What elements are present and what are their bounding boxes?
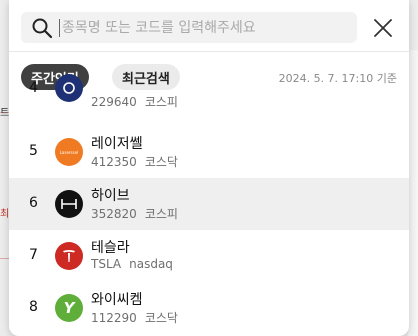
laserssel-logo-icon: Laserssel xyxy=(55,138,83,166)
stock-name: 레이저쎌 xyxy=(91,136,143,152)
stock-market: nasdaq xyxy=(129,257,173,271)
stock-search-panel: 주간인기 최근검색 2024. 5. 7. 17:10 기준 4 229640코… xyxy=(9,0,409,336)
rank-number: 5 xyxy=(29,143,38,159)
stock-meta: TSLA nasdaq xyxy=(91,257,173,271)
ls-ecorp-logo-icon xyxy=(55,74,83,102)
rank-number: 7 xyxy=(29,247,38,263)
stock-code: 112290 xyxy=(91,311,137,325)
stock-name: 테슬라 xyxy=(91,240,130,256)
stock-meta: 112290 코스닥 xyxy=(91,309,178,326)
stock-meta: 352820 코스피 xyxy=(91,205,178,222)
stock-market: 코스닥 xyxy=(144,155,178,169)
stock-code: 229640 xyxy=(91,95,137,109)
list-item[interactable]: 5 Laserssel 레이저쎌 412350 코스닥 xyxy=(9,126,409,178)
hybe-logo-icon xyxy=(55,190,83,218)
close-icon[interactable] xyxy=(371,16,395,40)
list-item[interactable]: 8 Y 와이씨켐 112290 코스닥 xyxy=(9,282,409,334)
logo-text: Laserssel xyxy=(59,149,79,155)
rank-number: 8 xyxy=(29,299,38,315)
search-icon xyxy=(27,12,57,43)
stock-market: 코스피 xyxy=(144,207,178,221)
ycchem-logo-icon: Y xyxy=(55,294,83,322)
search-header xyxy=(9,0,409,52)
stock-meta: 229640 코스피 xyxy=(91,93,178,110)
stock-code: TSLA xyxy=(91,257,122,271)
stock-meta: 412350 코스닥 xyxy=(91,153,178,170)
stock-name: 하이브 xyxy=(91,188,130,204)
search-box[interactable] xyxy=(21,12,357,43)
list-item[interactable]: 4 229640 코스피 xyxy=(9,74,409,132)
list-item[interactable]: 6 하이브 352820 코스피 xyxy=(9,178,409,230)
list-item[interactable]: 7 테슬라 TSLA nasdaq xyxy=(9,230,409,282)
stock-code: 352820 xyxy=(91,207,137,221)
rank-number: 6 xyxy=(29,195,38,211)
stock-name: 와이씨켐 xyxy=(91,292,143,308)
tesla-logo-icon xyxy=(55,242,83,270)
background-text: 최 xyxy=(0,209,10,220)
search-input[interactable] xyxy=(59,18,357,37)
logo-text: Y xyxy=(63,299,75,317)
stock-market: 코스닥 xyxy=(144,311,178,325)
stock-market: 코스피 xyxy=(144,95,178,109)
rank-number: 4 xyxy=(29,80,38,96)
background-strip xyxy=(408,50,418,336)
stock-code: 412350 xyxy=(91,155,137,169)
